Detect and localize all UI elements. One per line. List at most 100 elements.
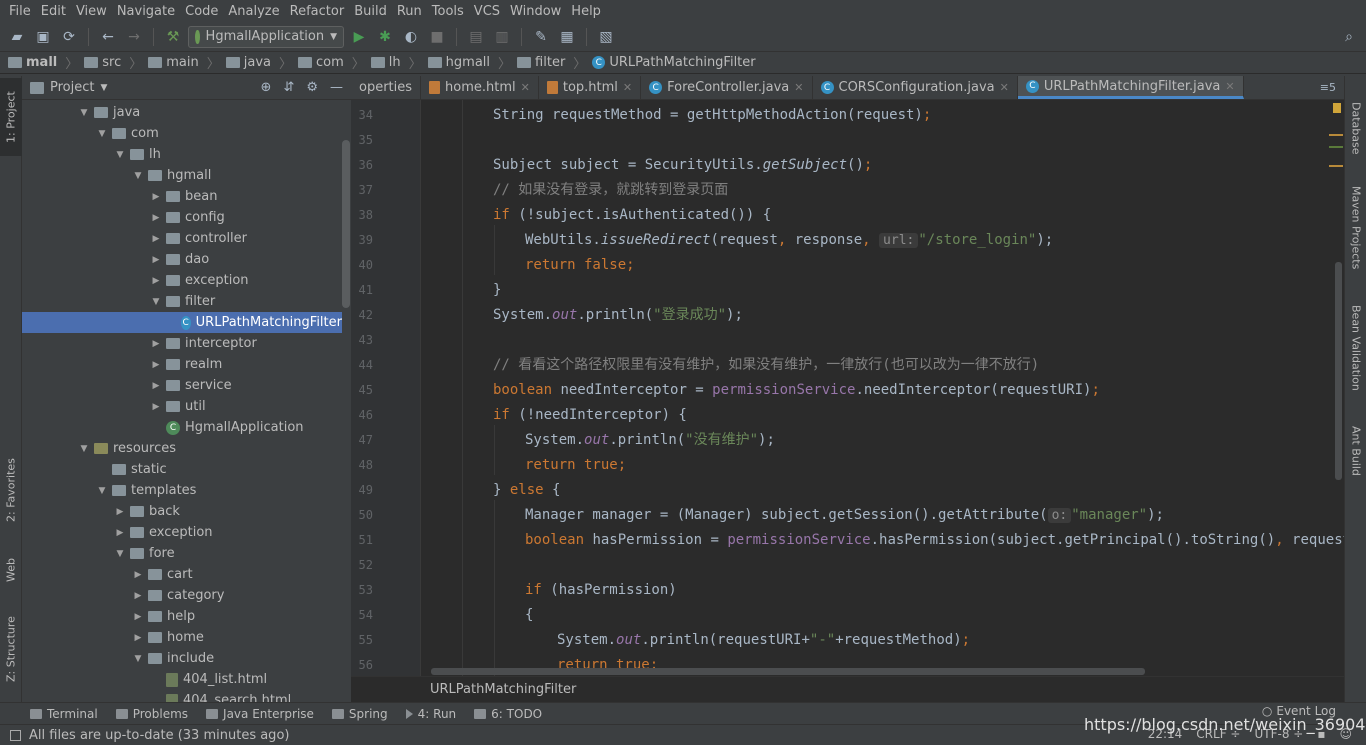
expand-arrow-icon[interactable]: ▼ bbox=[150, 297, 162, 307]
close-icon[interactable]: ✕ bbox=[623, 81, 632, 94]
menu-build[interactable]: Build bbox=[349, 4, 392, 19]
forward-arrow-icon[interactable]: → bbox=[123, 26, 145, 48]
error-stripe-mark[interactable] bbox=[1329, 146, 1343, 148]
editor-tab[interactable]: home.html ✕ bbox=[421, 76, 539, 99]
expand-arrow-icon[interactable]: ▼ bbox=[132, 654, 144, 664]
collapse-all-icon[interactable]: ⇵ bbox=[283, 80, 294, 95]
stop-icon[interactable]: ■ bbox=[426, 26, 448, 48]
back-arrow-icon[interactable]: ← bbox=[97, 26, 119, 48]
coverage-icon[interactable]: ◐ bbox=[400, 26, 422, 48]
menu-view[interactable]: View bbox=[71, 4, 112, 19]
tree-item[interactable]: C URLPathMatchingFilter bbox=[22, 312, 342, 333]
bottom-tab[interactable]: Terminal bbox=[30, 707, 98, 721]
run-configuration-select[interactable]: HgmallApplication ▼ bbox=[188, 25, 344, 48]
tree-item[interactable]: 404_search.html bbox=[22, 690, 342, 702]
tree-item[interactable]: ▶ back bbox=[22, 501, 342, 522]
menu-run[interactable]: Run bbox=[392, 4, 427, 19]
code-area[interactable]: String requestMethod = getHttpMethodActi… bbox=[421, 100, 1344, 676]
editor-breadcrumb-item[interactable]: URLPathMatchingFilter bbox=[430, 682, 576, 697]
menu-refactor[interactable]: Refactor bbox=[285, 4, 350, 19]
collapse-arrow-icon[interactable]: ▶ bbox=[132, 612, 144, 622]
tree-item[interactable]: ▼ templates bbox=[22, 480, 342, 501]
collapse-arrow-icon[interactable]: ▶ bbox=[150, 234, 162, 244]
breadcrumb-item[interactable]: filter 〉 bbox=[517, 53, 592, 72]
tab-ant-build[interactable]: Ant Build bbox=[1345, 416, 1366, 486]
tab-structure[interactable]: Z: Structure bbox=[0, 608, 22, 690]
tree-item[interactable]: ▶ category bbox=[22, 585, 342, 606]
tree-item[interactable]: ▶ exception bbox=[22, 270, 342, 291]
tree-item[interactable]: ▶ exception bbox=[22, 522, 342, 543]
collapse-arrow-icon[interactable]: ▶ bbox=[150, 192, 162, 202]
editor-tab[interactable]: operties bbox=[351, 76, 422, 99]
tree-item[interactable]: ▶ realm bbox=[22, 354, 342, 375]
tree-item[interactable]: ▼ java bbox=[22, 102, 342, 123]
editor-tab[interactable]: C CORSConfiguration.java ✕ bbox=[813, 76, 1018, 99]
bottom-tab[interactable]: 4: Run bbox=[405, 707, 456, 721]
tree-item[interactable]: ▶ dao bbox=[22, 249, 342, 270]
tree-item[interactable]: ▼ fore bbox=[22, 543, 342, 564]
sdk-icon[interactable]: ▥ bbox=[491, 26, 513, 48]
tree-item[interactable]: ▼ filter bbox=[22, 291, 342, 312]
project-settings-icon[interactable]: ▦ bbox=[556, 26, 578, 48]
close-icon[interactable]: ✕ bbox=[1000, 81, 1009, 94]
collapse-arrow-icon[interactable]: ▶ bbox=[132, 591, 144, 601]
tree-item[interactable]: ▶ bean bbox=[22, 186, 342, 207]
menu-code[interactable]: Code bbox=[180, 4, 223, 19]
collapse-arrow-icon[interactable]: ▶ bbox=[132, 570, 144, 580]
error-stripe-mark[interactable] bbox=[1329, 134, 1343, 136]
expand-arrow-icon[interactable]: ▼ bbox=[78, 108, 90, 118]
tree-item[interactable]: ▼ com bbox=[22, 123, 342, 144]
collapse-arrow-icon[interactable]: ▶ bbox=[150, 213, 162, 223]
tree-item[interactable]: 404_list.html bbox=[22, 669, 342, 690]
expand-arrow-icon[interactable]: ▼ bbox=[78, 444, 90, 454]
vcs-icon[interactable]: ▧ bbox=[595, 26, 617, 48]
project-structure-icon[interactable]: ▤ bbox=[465, 26, 487, 48]
project-panel-title[interactable]: Project bbox=[50, 80, 94, 95]
tree-item[interactable]: ▶ util bbox=[22, 396, 342, 417]
menu-edit[interactable]: Edit bbox=[36, 4, 71, 19]
close-icon[interactable]: ✕ bbox=[521, 81, 530, 94]
hide-panel-icon[interactable]: — bbox=[330, 80, 343, 95]
bottom-tab[interactable]: Spring bbox=[331, 707, 388, 721]
tabs-overflow-icon[interactable]: ≡5 bbox=[1312, 76, 1344, 99]
editor-tab[interactable]: top.html ✕ bbox=[539, 76, 642, 99]
collapse-arrow-icon[interactable]: ▶ bbox=[150, 339, 162, 349]
collapse-arrow-icon[interactable]: ▶ bbox=[150, 360, 162, 370]
bottom-tab[interactable]: Java Enterprise bbox=[206, 707, 314, 721]
sync-icon[interactable]: ⟳ bbox=[58, 26, 80, 48]
breadcrumb-item[interactable]: hgmall 〉 bbox=[427, 53, 517, 72]
collapse-arrow-icon[interactable]: ▶ bbox=[150, 381, 162, 391]
close-icon[interactable]: ✕ bbox=[794, 81, 803, 94]
locate-file-icon[interactable]: ⊕ bbox=[261, 80, 272, 95]
breadcrumb-item[interactable]: com 〉 bbox=[298, 53, 371, 72]
warning-marker-icon[interactable] bbox=[1333, 103, 1341, 113]
project-tree-scrollbar[interactable] bbox=[342, 140, 350, 308]
settings-wrench-icon[interactable]: ✎ bbox=[530, 26, 552, 48]
editor-horizontal-scrollbar[interactable] bbox=[431, 668, 1145, 675]
breadcrumb-item[interactable]: lh 〉 bbox=[370, 53, 428, 72]
bottom-tab[interactable]: Problems bbox=[115, 707, 188, 721]
breadcrumb-item[interactable]: mall 〉 bbox=[8, 53, 84, 72]
collapse-arrow-icon[interactable]: ▶ bbox=[114, 528, 126, 538]
tree-item[interactable]: ▼ lh bbox=[22, 144, 342, 165]
tree-item[interactable]: ▶ cart bbox=[22, 564, 342, 585]
tree-item[interactable]: C HgmallApplication bbox=[22, 417, 342, 438]
collapse-arrow-icon[interactable]: ▶ bbox=[132, 633, 144, 643]
run-icon[interactable]: ▶ bbox=[348, 26, 370, 48]
open-folder-icon[interactable]: ▰ bbox=[6, 26, 28, 48]
editor-tab[interactable]: C URLPathMatchingFilter.java ✕ bbox=[1017, 76, 1244, 99]
tab-project[interactable]: 1: Project bbox=[0, 78, 22, 156]
menu-help[interactable]: Help bbox=[566, 4, 606, 19]
search-icon[interactable]: ⌕ bbox=[1338, 26, 1360, 48]
menu-vcs[interactable]: VCS bbox=[469, 4, 505, 19]
menu-navigate[interactable]: Navigate bbox=[112, 4, 180, 19]
tree-item[interactable]: ▼ resources bbox=[22, 438, 342, 459]
debug-icon[interactable]: ✱ bbox=[374, 26, 396, 48]
expand-arrow-icon[interactable]: ▼ bbox=[96, 129, 108, 139]
error-stripe-mark[interactable] bbox=[1329, 165, 1343, 167]
gear-icon[interactable]: ⚙ bbox=[306, 80, 318, 95]
close-icon[interactable]: ✕ bbox=[1225, 80, 1234, 93]
tab-bean-validation[interactable]: Bean Validation bbox=[1345, 298, 1366, 398]
breadcrumb-item[interactable]: src 〉 bbox=[84, 53, 148, 72]
breadcrumb-item[interactable]: java 〉 bbox=[225, 53, 298, 72]
